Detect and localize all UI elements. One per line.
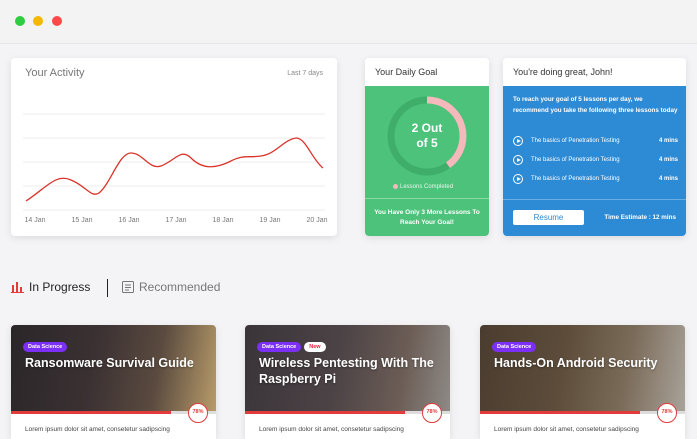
daily-goal-card: Your Daily Goal 2 Out of 5 Lessons Compl… [365, 58, 489, 236]
activity-line [25, 137, 324, 202]
course-badges: Data Science [23, 335, 70, 353]
course-description: Lorem ipsum dolor sit amet, consetetur s… [494, 426, 639, 433]
course-card[interactable]: Data Science Hands-On Android Security 7… [480, 325, 685, 439]
list-icon [122, 281, 134, 293]
lesson-name: The basics of Penetration Testing [531, 176, 620, 182]
suggestion-card: You're doing great, John! To reach your … [503, 58, 686, 236]
legend-swatch [393, 184, 398, 189]
goal-note-line2: Reach Your Goal! [400, 219, 454, 226]
window-minimize-dot[interactable] [33, 16, 43, 26]
course-card[interactable]: Data Science New Wireless Pentesting With… [245, 325, 450, 439]
course-card[interactable]: Data Science Ransomware Survival Guide 7… [11, 325, 216, 439]
lesson-name: The basics of Penetration Testing [531, 157, 620, 163]
play-icon[interactable] [513, 174, 523, 184]
course-title: Hands-On Android Security [494, 356, 658, 370]
goal-progress-line1: 2 Out [411, 121, 443, 135]
course-title: Wireless Pentesting With The Raspberry P… [259, 356, 434, 386]
course-description: Lorem ipsum dolor sit amet, consetetur s… [259, 426, 404, 433]
goal-legend: Lessons Completed [393, 184, 453, 190]
goal-legend-label: Lessons Completed [400, 184, 454, 191]
tab-separator [107, 279, 108, 297]
window-maximize-dot[interactable] [52, 16, 62, 26]
lesson-duration: 4 mins [658, 157, 678, 163]
x-tick-label: 14 Jan [24, 217, 45, 224]
window-titlebar [0, 0, 697, 44]
time-estimate: Time Estimate : 12 mins [604, 214, 676, 221]
lesson-duration: 4 mins [658, 138, 678, 144]
activity-card: Your Activity Last 7 days 14 Jan 15 Jan 16… [11, 58, 337, 236]
course-progress-badge: 78% [657, 403, 677, 423]
tab-in-progress-label: In Progress [29, 280, 91, 294]
tab-in-progress[interactable]: In Progress [11, 280, 90, 294]
lesson-item[interactable]: The basics of Penetration Testing 4 mins [513, 174, 678, 186]
course-progress-badge: 78% [422, 403, 442, 423]
goal-note: You Have Only 3 More Lessons To Reach Yo… [365, 198, 489, 228]
course-description: Lorem ipsum dolor sit amet, consetetur s… [25, 426, 170, 433]
course-badges: Data Science [492, 335, 539, 353]
daily-goal-body: 2 Out of 5 Lessons Completed You Have On… [365, 86, 489, 236]
goal-note-line1: You Have Only 3 More Lessons To [374, 209, 480, 216]
lesson-item[interactable]: The basics of Penetration Testing 4 mins [513, 155, 678, 167]
course-progress-bar [11, 411, 216, 414]
tab-recommended[interactable]: Recommended [122, 280, 220, 294]
window-close-dot[interactable] [15, 16, 25, 26]
suggestion-divider [503, 199, 686, 200]
lesson-item[interactable]: The basics of Penetration Testing 4 mins [513, 136, 678, 148]
goal-progress-text: 2 Out of 5 [385, 121, 469, 151]
tab-recommended-label: Recommended [139, 280, 221, 294]
progress-fill [245, 411, 405, 414]
activity-chart: 14 Jan 15 Jan 16 Jan 17 Jan 18 Jan 19 Jan 20 J… [23, 113, 328, 224]
new-badge: New [304, 342, 326, 352]
lesson-duration: 4 mins [658, 176, 678, 182]
x-tick-label: 18 Jan [212, 217, 233, 224]
x-tick-label: 16 Jan [118, 217, 139, 224]
progress-fill [11, 411, 171, 414]
play-icon[interactable] [513, 155, 523, 165]
progress-fill [480, 411, 640, 414]
suggestion-title: You're doing great, John! [513, 67, 613, 77]
x-tick-label: 15 Jan [71, 217, 92, 224]
suggestion-intro: To reach your goal of 5 lessons per day,… [513, 96, 678, 114]
category-badge: Data Science [492, 342, 537, 352]
lesson-name: The basics of Penetration Testing [531, 138, 620, 144]
category-badge: Data Science [257, 342, 302, 352]
course-title: Ransomware Survival Guide [25, 356, 194, 370]
x-tick-label: 20 Jan [306, 217, 327, 224]
bar-chart-icon [11, 282, 24, 293]
course-progress-badge: 78% [188, 403, 208, 423]
category-badge: Data Science [23, 342, 68, 352]
goal-progress-line2: of 5 [416, 136, 438, 150]
resume-button[interactable]: Resume [513, 210, 584, 225]
x-tick-label: 19 Jan [259, 217, 280, 224]
x-tick-label: 17 Jan [165, 217, 186, 224]
course-badges: Data Science New [257, 335, 329, 353]
suggestion-body: To reach your goal of 5 lessons per day,… [503, 86, 686, 236]
course-progress-bar [480, 411, 685, 414]
course-progress-bar [245, 411, 450, 414]
play-icon[interactable] [513, 136, 523, 146]
daily-goal-title: Your Daily Goal [365, 58, 489, 86]
